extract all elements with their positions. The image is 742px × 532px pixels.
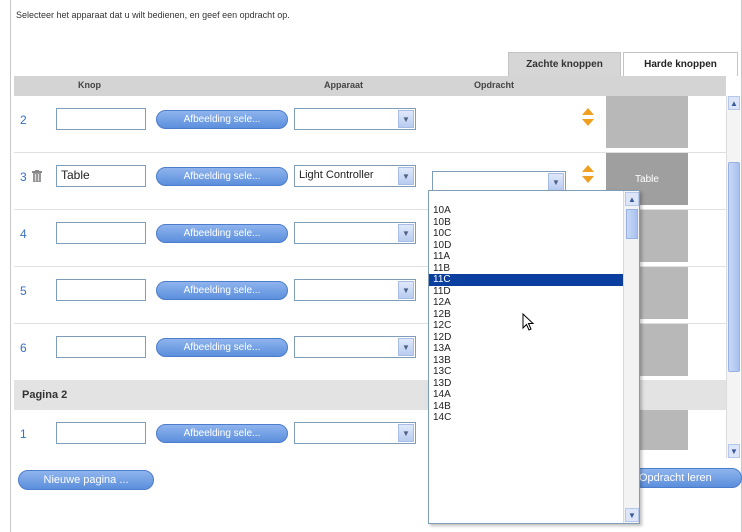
row-number: 2 xyxy=(20,113,27,127)
scroll-up-icon[interactable]: ▲ xyxy=(625,192,639,206)
device-select-value: Light Controller xyxy=(299,169,374,181)
dropdown-option[interactable]: 11A xyxy=(429,251,623,263)
dropdown-option[interactable]: 12D xyxy=(429,332,623,344)
dropdown-option[interactable]: 11D xyxy=(429,286,623,298)
dropdown-option[interactable]: 12A xyxy=(429,297,623,309)
device-select[interactable]: ▼ xyxy=(294,336,416,358)
scroll-up-icon[interactable]: ▲ xyxy=(728,96,740,110)
dropdown-option[interactable]: 14B xyxy=(429,401,623,413)
row-number: 6 xyxy=(20,341,27,355)
chevron-down-icon[interactable]: ▼ xyxy=(398,424,414,442)
dropdown-option[interactable]: 13D xyxy=(429,378,623,390)
row-number: 1 xyxy=(20,427,27,441)
chevron-down-icon[interactable]: ▼ xyxy=(398,167,414,185)
button-name-input[interactable] xyxy=(56,108,146,130)
scroll-down-icon[interactable]: ▼ xyxy=(728,444,740,458)
move-up-icon[interactable] xyxy=(582,108,594,115)
device-select[interactable]: Light Controller ▼ xyxy=(294,165,416,187)
button-name-input[interactable] xyxy=(56,279,146,301)
move-down-icon[interactable] xyxy=(582,119,594,126)
select-image-button[interactable]: Afbeelding sele... xyxy=(156,224,288,243)
button-name-input[interactable]: Table xyxy=(56,165,146,187)
scrollbar-thumb[interactable] xyxy=(728,162,740,372)
header-knop: Knop xyxy=(78,80,101,90)
dropdown-scrollbar[interactable]: ▲ ▼ xyxy=(623,191,639,523)
select-image-button[interactable]: Afbeelding sele... xyxy=(156,281,288,300)
dropdown-option[interactable]: 14A xyxy=(429,389,623,401)
device-select[interactable]: ▼ xyxy=(294,108,416,130)
row-number: 3 xyxy=(20,170,27,184)
trash-icon[interactable] xyxy=(32,170,42,182)
table-scrollbar[interactable]: ▲ ▼ xyxy=(726,96,740,458)
learn-command-button[interactable]: Opdracht leren xyxy=(632,468,742,488)
dropdown-option[interactable]: 11B xyxy=(429,263,623,275)
chevron-down-icon[interactable]: ▼ xyxy=(548,173,564,191)
tab-hard-buttons[interactable]: Harde knoppen xyxy=(623,52,738,76)
page-label: Pagina 2 xyxy=(22,389,68,401)
select-image-button[interactable]: Afbeelding sele... xyxy=(156,110,288,129)
select-image-button[interactable]: Afbeelding sele... xyxy=(156,424,288,443)
chevron-down-icon[interactable]: ▼ xyxy=(398,224,414,242)
dropdown-option[interactable]: 10A xyxy=(429,205,623,217)
button-name-input[interactable] xyxy=(56,336,146,358)
dropdown-option[interactable]: 11C xyxy=(429,274,623,286)
dropdown-option[interactable]: 13C xyxy=(429,366,623,378)
scroll-down-icon[interactable]: ▼ xyxy=(625,508,639,522)
select-image-button[interactable]: Afbeelding sele... xyxy=(156,167,288,186)
new-page-button[interactable]: Nieuwe pagina ... xyxy=(18,470,154,490)
chevron-down-icon[interactable]: ▼ xyxy=(398,281,414,299)
move-down-icon[interactable] xyxy=(582,176,594,183)
left-frame-border xyxy=(10,0,11,532)
reorder-arrows xyxy=(582,165,594,183)
button-name-input[interactable] xyxy=(56,422,146,444)
move-up-icon[interactable] xyxy=(582,165,594,172)
chevron-down-icon[interactable]: ▼ xyxy=(398,338,414,356)
command-dropdown-list[interactable]: 10A 10B 10C 10D 11A 11B 11C 11D 12A 12B 12C 12D 13A 1… xyxy=(428,190,640,524)
button-preview xyxy=(606,96,688,148)
device-select[interactable]: ▼ xyxy=(294,222,416,244)
dropdown-option[interactable]: 13A xyxy=(429,343,623,355)
row-number: 4 xyxy=(20,227,27,241)
chevron-down-icon[interactable]: ▼ xyxy=(398,110,414,128)
select-image-button[interactable]: Afbeelding sele... xyxy=(156,338,288,357)
column-header-row: Knop Apparaat Opdracht xyxy=(14,76,726,96)
dropdown-option[interactable]: 10D xyxy=(429,240,623,252)
dropdown-option[interactable]: 10B xyxy=(429,217,623,229)
device-select[interactable]: ▼ xyxy=(294,279,416,301)
header-apparaat: Apparaat xyxy=(324,80,364,90)
dropdown-scroll-thumb[interactable] xyxy=(626,209,638,239)
row-number: 5 xyxy=(20,284,27,298)
mouse-cursor-icon xyxy=(522,313,535,331)
dropdown-option[interactable]: 10C xyxy=(429,228,623,240)
header-opdracht: Opdracht xyxy=(474,80,515,90)
tab-soft-buttons[interactable]: Zachte knoppen xyxy=(508,52,621,76)
device-select[interactable]: ▼ xyxy=(294,422,416,444)
table-row: 2 Afbeelding sele... ▼ xyxy=(14,96,726,152)
dropdown-option[interactable]: 14C xyxy=(429,412,623,424)
dropdown-option[interactable]: 13B xyxy=(429,355,623,367)
reorder-arrows xyxy=(582,108,594,126)
instruction-text: Selecteer het apparaat dat u wilt bedien… xyxy=(16,10,290,20)
button-name-input[interactable] xyxy=(56,222,146,244)
